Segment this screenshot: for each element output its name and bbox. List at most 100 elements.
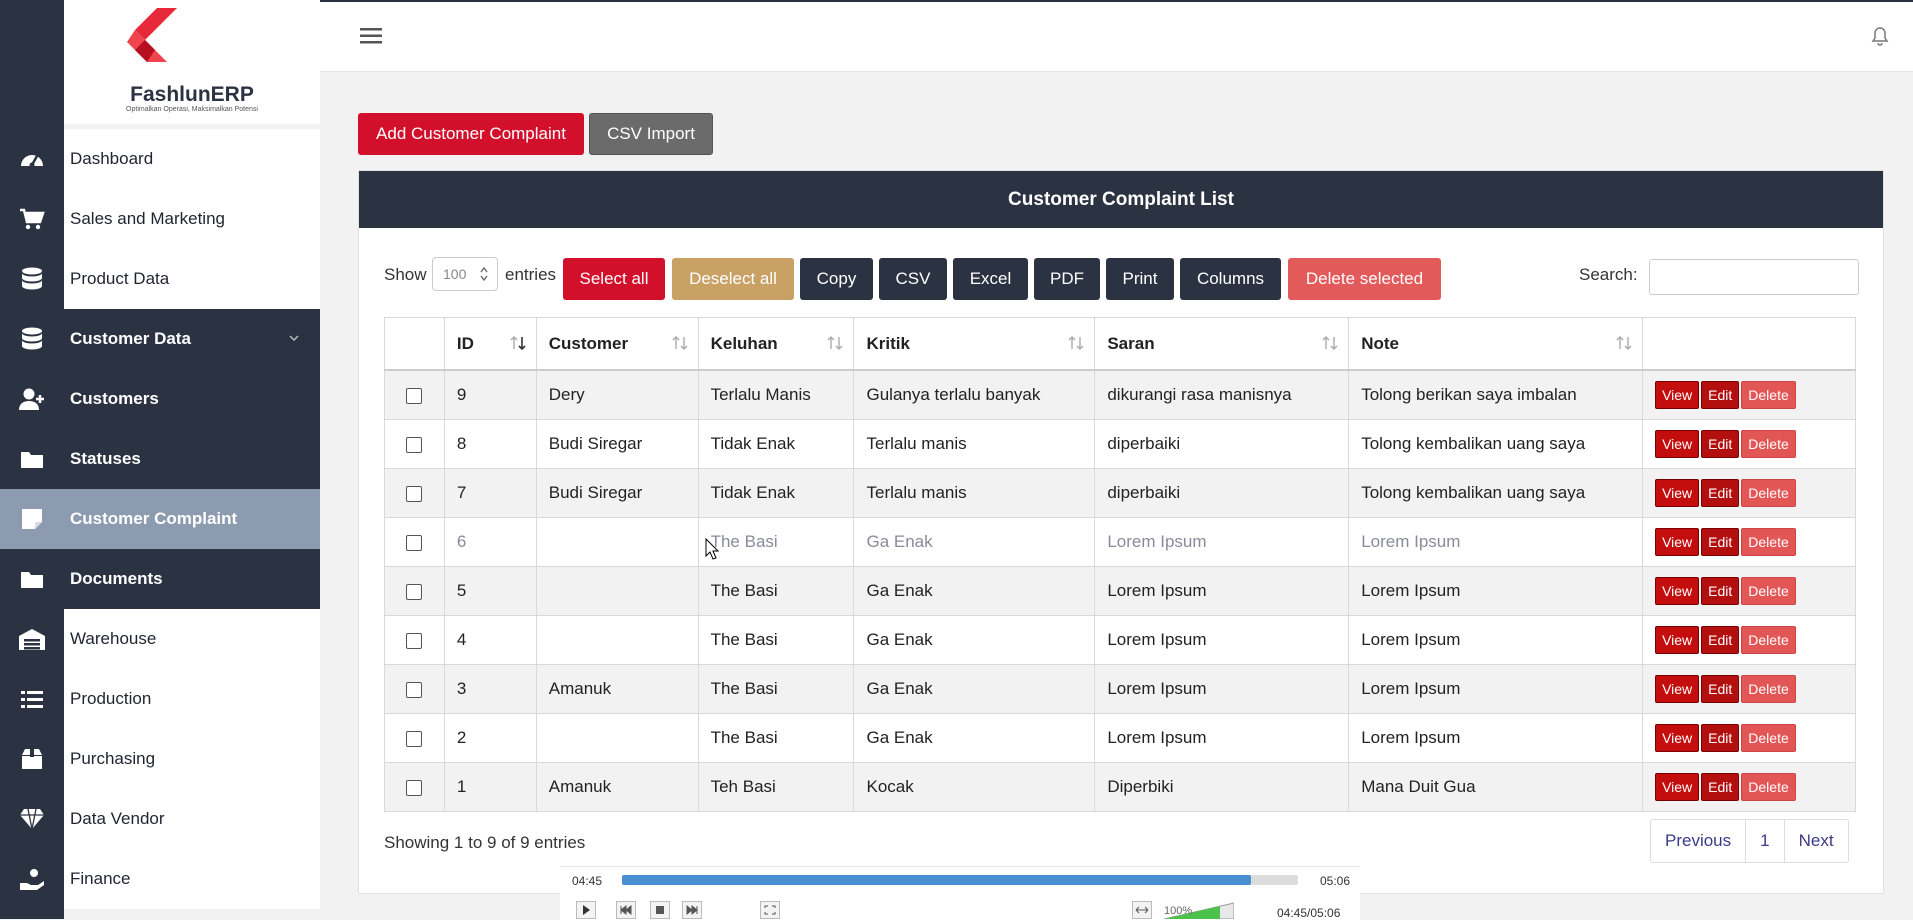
row-checkbox[interactable]: [406, 485, 423, 502]
columns-button[interactable]: Columns: [1180, 258, 1281, 300]
row-checkbox[interactable]: [406, 730, 423, 747]
cell-saran: diperbaiki: [1094, 419, 1350, 469]
row-checkbox[interactable]: [406, 387, 423, 404]
csv-import-button[interactable]: CSV Import: [589, 113, 713, 155]
print-button[interactable]: Print: [1106, 258, 1174, 300]
deselect-all-button[interactable]: Deselect all: [672, 258, 794, 300]
cell-note: Mana Duit Gua: [1348, 762, 1644, 812]
edit-button[interactable]: Edit: [1701, 577, 1740, 605]
next-page-button[interactable]: Next: [1785, 820, 1848, 862]
sidebar-item-product-data[interactable]: Product Data: [0, 249, 320, 309]
table-row[interactable]: 5 The Basi Ga Enak Lorem Ipsum Lorem Ips…: [384, 566, 1856, 616]
delete-button[interactable]: Delete: [1741, 577, 1796, 605]
view-button[interactable]: View: [1655, 675, 1700, 703]
delete-button[interactable]: Delete: [1741, 626, 1796, 654]
edit-button[interactable]: Edit: [1701, 479, 1740, 507]
row-checkbox[interactable]: [406, 534, 423, 551]
excel-button[interactable]: Excel: [953, 258, 1028, 300]
view-button[interactable]: View: [1655, 626, 1700, 654]
cell-note: Lorem Ipsum: [1348, 664, 1644, 714]
delete-button[interactable]: Delete: [1741, 724, 1796, 752]
view-button[interactable]: View: [1655, 479, 1700, 507]
sidebar-item-purchasing[interactable]: Purchasing: [0, 729, 320, 789]
previous-track-icon[interactable]: [616, 901, 636, 919]
add-customer-complaint-button[interactable]: Add Customer Complaint: [358, 113, 584, 155]
select-all-button[interactable]: Select all: [563, 258, 665, 300]
delete-button[interactable]: Delete: [1741, 675, 1796, 703]
sidebar-item-customer-complaint[interactable]: Customer Complaint: [0, 489, 320, 549]
table-row[interactable]: 8 Budi Siregar Tidak Enak Terlalu manis …: [384, 419, 1856, 469]
note-icon: [0, 489, 64, 549]
copy-button[interactable]: Copy: [800, 258, 873, 300]
table-row[interactable]: 9 Dery Terlalu Manis Gulanya terlalu ban…: [384, 369, 1856, 420]
delete-button[interactable]: Delete: [1741, 479, 1796, 507]
view-button[interactable]: View: [1655, 381, 1700, 409]
cell-customer: Amanuk: [535, 762, 699, 812]
fullscreen-icon[interactable]: [760, 901, 780, 919]
view-button[interactable]: View: [1655, 430, 1700, 458]
brand-tagline: Optimalkan Operasi, Maksimalkan Potensi: [126, 106, 258, 113]
logo[interactable]: FashlunERP Optimalkan Operasi, Maksimalk…: [64, 0, 320, 124]
delete-button[interactable]: Delete: [1741, 381, 1796, 409]
page-length-select[interactable]: 100: [432, 257, 498, 291]
table-row[interactable]: 6 The Basi Ga Enak Lorem Ipsum Lorem Ips…: [384, 517, 1856, 567]
header-customer[interactable]: Customer: [535, 317, 699, 371]
header-kritik[interactable]: Kritik: [853, 317, 1096, 371]
page-1-button[interactable]: 1: [1746, 820, 1785, 862]
view-button[interactable]: View: [1655, 724, 1700, 752]
sidebar-item-finance[interactable]: Finance: [0, 849, 320, 909]
table-row[interactable]: 1 Amanuk Teh Basi Kocak Diperbiki Mana D…: [384, 762, 1856, 812]
csv-export-button[interactable]: CSV: [879, 258, 947, 300]
sidebar-item-statuses[interactable]: Statuses: [0, 429, 320, 489]
edit-button[interactable]: Edit: [1701, 430, 1740, 458]
header-keluhan[interactable]: Keluhan: [697, 317, 855, 371]
edit-button[interactable]: Edit: [1701, 724, 1740, 752]
row-checkbox[interactable]: [406, 632, 423, 649]
hamburger-menu-icon[interactable]: [360, 26, 382, 46]
sidebar-item-data-vendor[interactable]: Data Vendor: [0, 789, 320, 849]
header-saran[interactable]: Saran: [1094, 317, 1350, 371]
pdf-button[interactable]: PDF: [1034, 258, 1100, 300]
view-button[interactable]: View: [1655, 773, 1700, 801]
edit-button[interactable]: Edit: [1701, 773, 1740, 801]
sort-icon: [827, 336, 843, 350]
view-button[interactable]: View: [1655, 577, 1700, 605]
row-checkbox[interactable]: [406, 583, 423, 600]
delete-button[interactable]: Delete: [1741, 528, 1796, 556]
table-row[interactable]: 4 The Basi Ga Enak Lorem Ipsum Lorem Ips…: [384, 615, 1856, 665]
sidebar-item-warehouse[interactable]: Warehouse: [0, 609, 320, 669]
delete-button[interactable]: Delete: [1741, 430, 1796, 458]
sidebar-item-production[interactable]: Production: [0, 669, 320, 729]
cell-id: 2: [443, 713, 537, 763]
table-row[interactable]: 3 Amanuk The Basi Ga Enak Lorem Ipsum Lo…: [384, 664, 1856, 714]
view-button[interactable]: View: [1655, 528, 1700, 556]
stop-icon[interactable]: [650, 901, 670, 919]
seek-bar[interactable]: [622, 875, 1298, 885]
table-row[interactable]: 7 Budi Siregar Tidak Enak Terlalu manis …: [384, 468, 1856, 518]
edit-button[interactable]: Edit: [1701, 528, 1740, 556]
sidebar-item-dashboard[interactable]: Dashboard: [0, 129, 320, 189]
delete-button[interactable]: Delete: [1741, 773, 1796, 801]
header-id[interactable]: ID: [443, 317, 537, 371]
sidebar-item-documents[interactable]: Documents: [0, 549, 320, 609]
search-input[interactable]: [1649, 259, 1859, 295]
next-track-icon[interactable]: [682, 901, 702, 919]
sidebar-item-customers[interactable]: Customers: [0, 369, 320, 429]
header-note[interactable]: Note: [1348, 317, 1644, 371]
table-row[interactable]: 2 The Basi Ga Enak Lorem Ipsum Lorem Ips…: [384, 713, 1856, 763]
row-checkbox[interactable]: [406, 681, 423, 698]
entries-label: entries: [505, 265, 557, 284]
edit-button[interactable]: Edit: [1701, 626, 1740, 654]
delete-selected-button[interactable]: Delete selected: [1288, 258, 1441, 300]
edit-button[interactable]: Edit: [1701, 675, 1740, 703]
row-checkbox[interactable]: [406, 779, 423, 796]
cell-saran: dikurangi rasa manisnya: [1094, 369, 1350, 420]
bell-icon[interactable]: [1871, 26, 1889, 46]
row-checkbox[interactable]: [406, 436, 423, 453]
play-icon[interactable]: [576, 901, 596, 919]
stretch-icon[interactable]: [1132, 901, 1152, 919]
sidebar-item-sales-marketing[interactable]: Sales and Marketing: [0, 189, 320, 249]
sidebar-item-customer-data[interactable]: Customer Data: [0, 309, 320, 369]
previous-page-button[interactable]: Previous: [1651, 820, 1747, 862]
edit-button[interactable]: Edit: [1701, 381, 1740, 409]
